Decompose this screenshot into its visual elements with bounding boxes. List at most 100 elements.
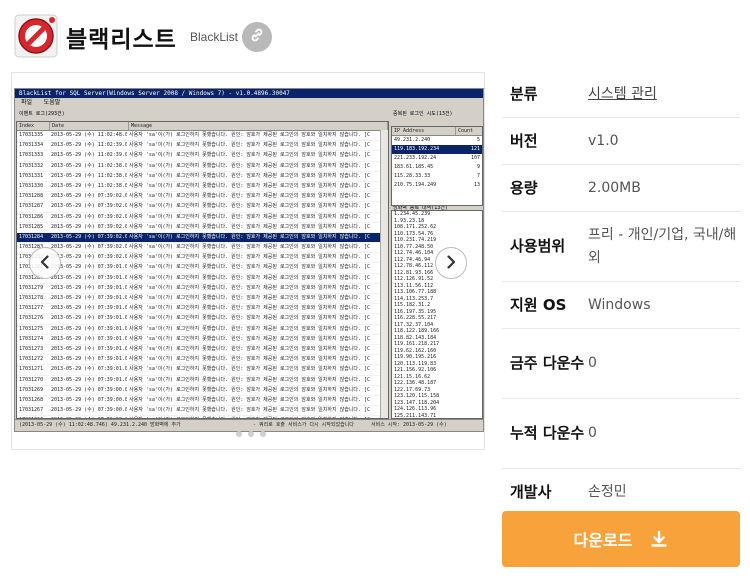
log-cell-date: 2013-05-29 (수) 07:39:02.000 xyxy=(51,213,127,220)
log-cell-index: 17031276 xyxy=(19,315,44,322)
log-cell-message: 사용자 'sa'이(가) 로그인하지 못했습니다. 원인: 암호가 제공된 로그… xyxy=(129,305,371,312)
log-row[interactable]: 17031275 2013-05-29 (수) 07:39:01.000 사용자 '… xyxy=(17,325,388,335)
info-row-os: 지원 OS Windows xyxy=(502,282,740,329)
info-table: 분류 시스템 관리 버전 v1.0 용량 2.00MB 사용범위 프리 - 개인… xyxy=(502,72,740,515)
log-row[interactable]: 17031274 2013-05-29 (수) 07:39:01.000 사용자 '… xyxy=(17,335,388,345)
log-row[interactable]: 17031267 2013-05-29 (수) 07:39:00.000 사용자 '… xyxy=(17,406,388,417)
log-row[interactable]: 17031330 2013-05-29 (수) 11:02:38.000 사용자 '… xyxy=(17,182,388,193)
log-row[interactable]: 17031272 2013-05-29 (수) 07:39:01.000 사용자 '… xyxy=(17,355,388,366)
log-row[interactable]: 17031278 2013-05-29 (수) 07:39:01.000 사용자 '… xyxy=(17,294,388,305)
log-row[interactable]: 17031271 2013-05-29 (수) 07:39:01.000 사용자 '… xyxy=(17,365,388,376)
log-row[interactable]: 17031334 2013-05-29 (수) 11:02:39.000 사용자 '… xyxy=(17,141,388,152)
log-cell-date: 2013-05-29 (수) 07:39:01.000 xyxy=(51,325,127,332)
ip-cell-ip: 49.231.2.240 xyxy=(394,137,431,143)
log-cell-date: 2013-05-29 (수) 07:39:02.000 xyxy=(51,233,127,240)
info-label: 사용범위 xyxy=(510,237,566,255)
link-button[interactable] xyxy=(242,22,272,52)
log-row[interactable]: 17031335 2013-05-29 (수) 11:02:48.000 사용자 '… xyxy=(17,131,388,142)
log-row[interactable]: 17031276 2013-05-29 (수) 07:39:01.000 사용자 '… xyxy=(17,314,388,325)
log-row[interactable]: 17031270 2013-05-29 (수) 07:39:01.000 사용자 '… xyxy=(17,376,388,386)
log-cell-date: 2013-05-29 (수) 07:39:01.000 xyxy=(51,274,127,281)
log-row[interactable]: 170312822013-05-29 (수) 07:39:02.000사용자 '… xyxy=(17,253,388,264)
carousel-next-button[interactable] xyxy=(435,247,467,279)
ip-row[interactable]: 221.233.192.24 107 xyxy=(392,154,482,163)
window-menubar: 파일 도움말 xyxy=(15,99,68,107)
ip-row[interactable]: 210.75.194.249 13 xyxy=(392,181,482,190)
log-cell-message: 사용자 'sa'이(가) 로그인하지 못했습니다. 원인: 암호가 제공된 로그… xyxy=(129,223,371,230)
status-left: (2013-05-29 (수) 11:02:48.746) 49.231.2.2… xyxy=(19,422,181,428)
ip-cell-count: 9 xyxy=(476,164,480,170)
log-cell-message: 사용자 'sa'이(가) 로그인하지 못했습니다. 원인: 암호가 제공된 로그… xyxy=(129,213,371,220)
category-link[interactable]: 시스템 관리 xyxy=(588,83,740,106)
info-row-license: 사용범위 프리 - 개인/기업, 국내/해외 xyxy=(502,212,740,282)
log-cell-message: 사용자 'sa'이(가) 로그인하지 못했습니다. 원인: 암호가 제공된 로그… xyxy=(129,356,371,363)
log-row[interactable]: 17031285 2013-05-29 (수) 07:39:02.000 사용자 '… xyxy=(17,223,388,233)
ip-row[interactable]: 49.231.2.240 5 xyxy=(392,136,482,145)
log-cell-date: 2013-05-29 (수) 07:39:02.000 xyxy=(51,203,127,210)
log-cell-message: 사용자 'sa'이(가) 로그인하지 못했습니다. 원인: 암호가 제공된 로그… xyxy=(129,386,371,393)
info-row-weekly-downloads: 금주 다운수 0 xyxy=(502,329,740,399)
log-row[interactable]: 17031331 2013-05-29 (수) 11:02:38.000 사용자 '… xyxy=(17,172,388,182)
log-row[interactable]: 17031277 2013-05-29 (수) 07:39:01.000 사용자 '… xyxy=(17,304,388,315)
log-cell-message: 사용자 'sa'이(가) 로그인하지 못했습니다. 원인: 암호가 제공된 로그… xyxy=(129,345,371,352)
log-cell-index: 17031268 xyxy=(19,396,44,403)
log-cell-message: 사용자 'sa'이(가) 로그인하지 못했습니다. 원인: 암호가 제공된 로그… xyxy=(129,193,371,200)
carousel-dot[interactable] xyxy=(260,431,266,437)
log-cell-date: 2013-05-29 (수) 11:02:38.000 xyxy=(51,162,127,169)
ip-row[interactable]: 115.28.33.33 7 xyxy=(392,172,482,181)
ip-cell-ip: 210.75.194.249 xyxy=(394,182,437,188)
download-button[interactable]: 다운로드 xyxy=(502,511,740,567)
info-value: Windows xyxy=(588,296,651,313)
ip-cell-count: 5 xyxy=(476,137,480,143)
log-cell-index: 17031332 xyxy=(19,162,44,169)
log-row[interactable]: 17031280 2013-05-29 (수) 07:39:01.000 사용자 '… xyxy=(17,274,388,284)
blacklist-list: 1.234.45.239 1.93.23.18 108.171.252.62 110.… xyxy=(391,210,483,419)
log-row[interactable]: 17031284 2013-05-29 (수) 07:39:02.000 사용자 '… xyxy=(17,232,388,244)
log-row[interactable]: 17031273 2013-05-29 (수) 07:39:01.000 사용자 '… xyxy=(17,345,388,356)
blacklist-body: 1.234.45.239 1.93.23.18 108.171.252.62 110.… xyxy=(392,211,482,418)
log-cell-date: 2013-05-29 (수) 07:39:01.000 xyxy=(51,305,127,312)
app-icon xyxy=(14,14,58,58)
log-cell-date: 2013-05-29 (수) 11:02:38.000 xyxy=(51,182,127,189)
info-label: 누적 다운수 xyxy=(510,424,585,442)
download-icon xyxy=(650,530,668,548)
log-cell-message: 사용자 'sa'이(가) 로그인하지 못했습니다. 원인: 암호가 제공된 로그… xyxy=(129,295,371,301)
log-row[interactable]: 17031288 2013-05-29 (수) 07:39:02.000 사용자 '… xyxy=(17,192,388,203)
log-row[interactable]: 17031333 2013-05-29 (수) 11:02:39.000 사용자 '… xyxy=(17,151,388,162)
carousel-dot[interactable] xyxy=(248,431,254,437)
log-row[interactable]: 17031279 2013-05-29 (수) 07:39:01.000 사용자 '… xyxy=(17,284,388,294)
log-row[interactable]: 17031287 2013-05-29 (수) 07:39:02.000 사용자 '… xyxy=(17,202,388,213)
info-value: 0 xyxy=(588,425,597,441)
carousel-dot[interactable] xyxy=(236,431,242,437)
ip-cell-ip: 115.28.33.33 xyxy=(394,173,431,179)
info-row-developer: 개발사 손정민 xyxy=(502,469,740,515)
log-row[interactable]: 17031286 2013-05-29 (수) 07:39:02.000 사용자 '… xyxy=(17,213,388,223)
log-cell-message: 사용자 'sa'이(가) 로그인하지 못했습니다. 원인: 암호가 제공된 로그… xyxy=(129,325,371,332)
ip-row[interactable]: 183.61.185.45 9 xyxy=(392,163,482,172)
log-cell-date: 2013-05-29 (수) 07:39:01.000 xyxy=(51,356,127,363)
col-index: Index xyxy=(17,122,50,130)
carousel-prev-button[interactable] xyxy=(29,247,61,279)
log-cell-message: 사용자 'sa'이(가) 로그인하지 못했습니다. 원인: 암호가 제공된 로그… xyxy=(129,244,371,251)
log-cell-message: 사용자 'sa'이(가) 로그인하지 못했습니다. 원인: 암호가 제공된 로그… xyxy=(129,152,371,159)
log-cell-date: 2013-05-29 (수) 07:39:00.000 xyxy=(51,396,127,403)
log-cell-date: 2013-05-29 (수) 07:39:01.000 xyxy=(51,295,127,301)
log-cell-message: 사용자 'sa'이(가) 로그인하지 못했습니다. 원인: 암호가 제공된 로그… xyxy=(129,203,371,210)
log-row[interactable]: 17031268 2013-05-29 (수) 07:39:00.000 사용자 '… xyxy=(17,396,388,407)
log-row[interactable]: 17031283 2013-05-29 (수) 07:39:02.000 사용자 '… xyxy=(17,243,388,254)
log-row[interactable]: 17031332 2013-05-29 (수) 11:02:38.000 사용자 '… xyxy=(17,162,388,172)
log-cell-index: 17031269 xyxy=(19,386,44,393)
log-table-header: Index Date Message xyxy=(17,122,388,131)
chevron-right-icon xyxy=(445,254,457,273)
info-label: 버전 xyxy=(510,131,538,150)
log-row[interactable]: 17031269 2013-05-29 (수) 07:39:00.000 사용자 '… xyxy=(17,386,388,396)
info-label: 용량 xyxy=(510,178,538,197)
ip-cell-count: 107 xyxy=(470,155,480,161)
log-cell-message: 사용자 'sa'이(가) 로그인하지 못했습니다. 원인: 암호가 제공된 로그… xyxy=(129,274,371,281)
ip-row[interactable]: 119.183.192.234 121 xyxy=(392,145,482,154)
log-cell-index: 17031279 xyxy=(19,284,44,291)
log-cell-index: 17031286 xyxy=(19,213,44,220)
log-row[interactable]: 170312812013-05-29 (수) 07:39:01.000사용자 '… xyxy=(17,263,388,274)
log-cell-date: 2013-05-29 (수) 11:02:39.000 xyxy=(51,142,127,149)
ip-table-body: 49.231.2.240 5 119.183.192.234 121 221.233.1… xyxy=(392,136,482,190)
